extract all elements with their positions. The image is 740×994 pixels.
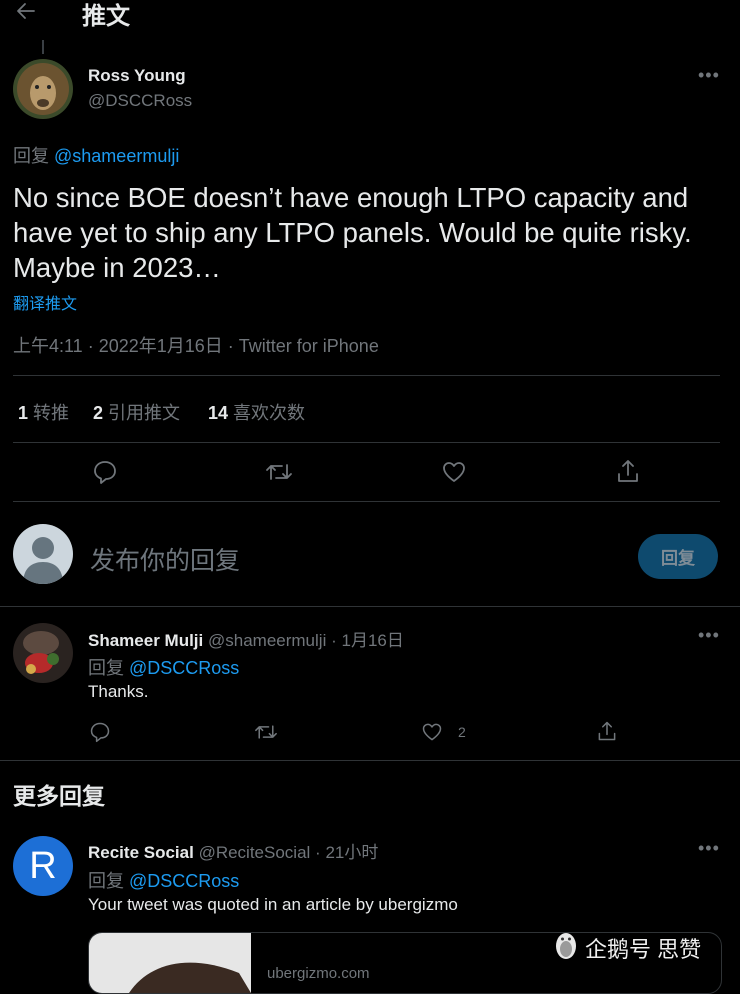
- retweet-icon[interactable]: [254, 721, 278, 743]
- likes-count: 14: [208, 403, 229, 423]
- avatar[interactable]: [13, 59, 73, 119]
- avatar[interactable]: [13, 623, 73, 683]
- divider: [13, 375, 720, 376]
- retweets-count: 1: [18, 403, 29, 423]
- like-count: 2: [458, 724, 466, 740]
- like-icon[interactable]: [421, 721, 443, 743]
- reply-time[interactable]: 21小时: [325, 843, 378, 862]
- mention-link[interactable]: @shameermulji: [54, 146, 179, 166]
- tweet-meta: 上午4:11 · 2022年1月16日 · Twitter for iPhone: [13, 336, 379, 356]
- avatar: [13, 524, 73, 584]
- retweets-label: 转推: [33, 403, 70, 423]
- author-name[interactable]: Ross Young: [88, 66, 186, 86]
- card-domain: ubergizmo.com: [267, 965, 370, 982]
- section-heading: 更多回复: [13, 783, 105, 809]
- separator: ·: [315, 843, 321, 862]
- reply-to-line: 回复 @DSCCRoss: [88, 867, 239, 893]
- reply-prefix: 回复: [13, 146, 49, 166]
- mention-link[interactable]: @DSCCRoss: [129, 871, 239, 891]
- mention-link[interactable]: @DSCCRoss: [129, 658, 239, 678]
- divider: [13, 501, 720, 502]
- page-title: 推文: [82, 3, 130, 30]
- separator: ·: [331, 631, 337, 650]
- likes-stat[interactable]: 14 喜欢次数: [208, 399, 305, 425]
- author-name[interactable]: Recite Social: [88, 843, 194, 862]
- avatar[interactable]: R: [13, 836, 73, 896]
- retweet-icon[interactable]: [265, 459, 293, 485]
- reply-icon[interactable]: [89, 721, 111, 743]
- reply-text: Thanks.: [88, 682, 149, 701]
- quotes-label: 引用推文: [108, 403, 181, 423]
- reply-icon[interactable]: [92, 459, 118, 485]
- quotes-count: 2: [93, 403, 104, 423]
- reply-prefix: 回复: [88, 871, 124, 891]
- reply-prefix: 回复: [88, 658, 124, 678]
- avatar-letter: R: [29, 844, 57, 887]
- back-arrow-icon[interactable]: [14, 0, 38, 22]
- more-icon[interactable]: •••: [698, 839, 720, 857]
- tweet-text: No since BOE doesn’t have enough LTPO ca…: [13, 182, 692, 283]
- penguin-icon: [553, 930, 579, 965]
- reply-to-line: 回复 @shameermulji: [13, 142, 179, 168]
- author-handle[interactable]: @DSCCRoss: [88, 91, 192, 111]
- watermark: 企鹅号 思赞: [553, 930, 701, 965]
- likes-label: 喜欢次数: [233, 403, 306, 423]
- like-icon[interactable]: [441, 459, 467, 485]
- share-icon[interactable]: [615, 458, 641, 484]
- reply-header: Shameer Mulji @shameermulji · 1月16日: [88, 626, 404, 651]
- author-handle[interactable]: @ReciteSocial: [199, 843, 311, 862]
- divider: [0, 760, 740, 761]
- watermark-text: 企鹅号 思赞: [585, 936, 702, 962]
- reply-button[interactable]: 回复: [638, 534, 718, 579]
- divider: [13, 442, 720, 443]
- more-icon[interactable]: •••: [698, 66, 720, 84]
- author-handle[interactable]: @shameermulji: [208, 631, 326, 650]
- reply-header: Recite Social @ReciteSocial · 21小时: [88, 838, 378, 863]
- share-icon[interactable]: [596, 720, 618, 742]
- author-name[interactable]: Shameer Mulji: [88, 631, 203, 650]
- reply-input[interactable]: 发布你的回复: [90, 541, 240, 577]
- more-icon[interactable]: •••: [698, 626, 720, 644]
- reply-time[interactable]: 1月16日: [342, 631, 404, 650]
- reply-to-line: 回复 @DSCCRoss: [88, 654, 239, 680]
- reply-text: Your tweet was quoted in an article by u…: [88, 895, 458, 914]
- thread-line: [42, 40, 44, 54]
- translate-link[interactable]: 翻译推文: [13, 290, 77, 314]
- card-image: [89, 933, 251, 993]
- retweets-stat[interactable]: 1 转推: [18, 399, 69, 425]
- quotes-stat[interactable]: 2 引用推文: [93, 399, 180, 425]
- reply-button-label: 回复: [661, 549, 695, 568]
- divider: [0, 606, 740, 607]
